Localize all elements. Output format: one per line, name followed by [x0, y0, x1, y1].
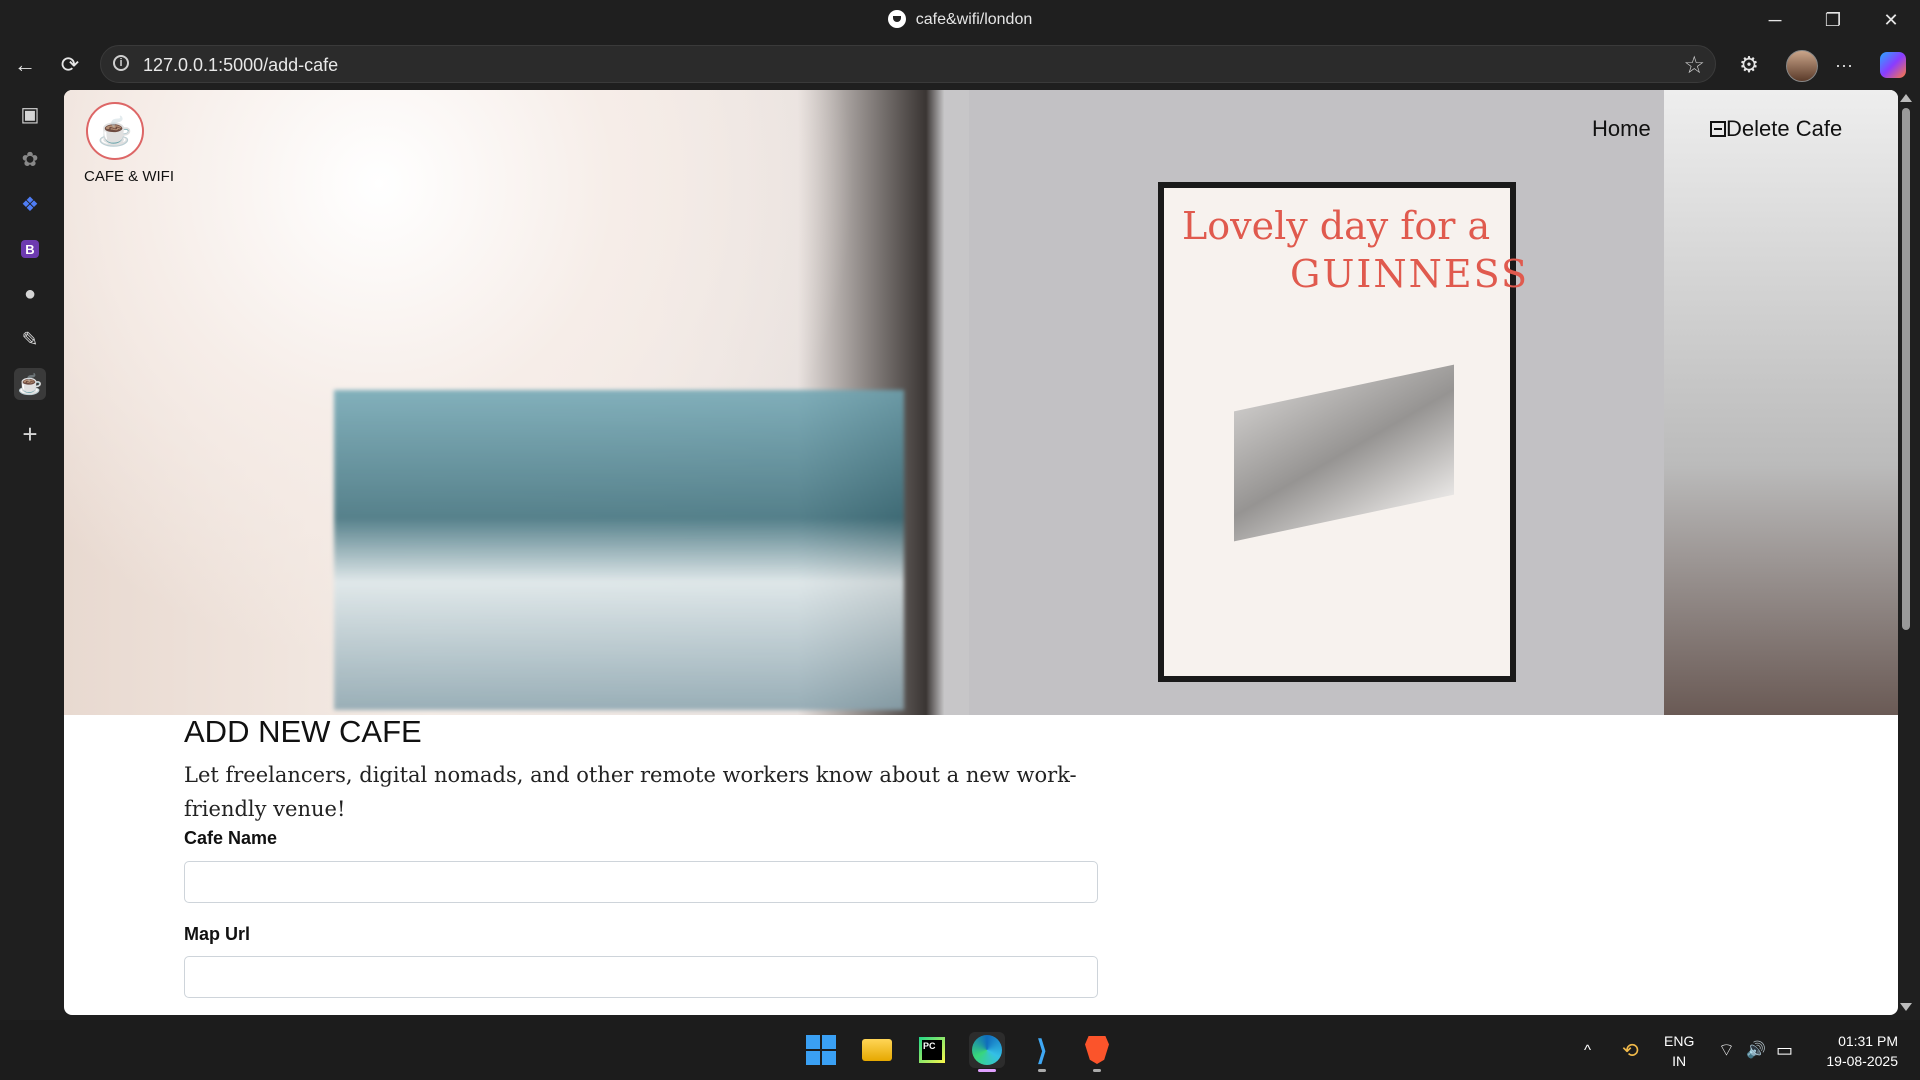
copilot-icon[interactable]: [1880, 52, 1906, 78]
page-lead: Let freelancers, digital nomads, and oth…: [184, 763, 1077, 821]
bootstrap-glyph: B: [21, 240, 39, 258]
site-info-icon[interactable]: i: [113, 55, 129, 71]
reload-icon[interactable]: ⟳: [57, 52, 83, 78]
poster-toucan: [1234, 364, 1454, 542]
scroll-up-icon[interactable]: [1900, 94, 1912, 102]
file-explorer-icon[interactable]: [859, 1032, 895, 1068]
window-title-bar: cafe&wifi/london ─ ❐ ✕: [0, 0, 1920, 40]
delete-square-icon: [1710, 121, 1726, 137]
windows-start-icon[interactable]: [803, 1032, 839, 1068]
scroll-down-icon[interactable]: [1900, 1003, 1912, 1011]
system-clock[interactable]: 01:31 PM 19-08-2025: [1826, 1031, 1898, 1071]
edge-icon[interactable]: [969, 1032, 1005, 1068]
logo-text[interactable]: CAFE & WIFI: [84, 168, 174, 185]
clock-time: 01:31 PM: [1838, 1033, 1898, 1049]
profile-avatar[interactable]: [1786, 50, 1818, 82]
battery-icon[interactable]: ▭: [1776, 1020, 1793, 1080]
clock-date: 19-08-2025: [1826, 1053, 1898, 1069]
window-title: cafe&wifi/london: [0, 10, 1920, 29]
edge-active-indicator: [978, 1069, 996, 1072]
bootstrap-icon[interactable]: B: [14, 233, 46, 265]
tab-actions-icon[interactable]: ▣: [14, 98, 46, 130]
web-page: Lovely day for a GUINNESS ☕ CAFE & WIFI …: [64, 90, 1898, 1015]
flask-icon[interactable]: ✎: [14, 323, 46, 355]
vscode-icon[interactable]: ⟩: [1024, 1032, 1060, 1068]
hero-right-pane: [1664, 90, 1898, 715]
guinness-poster: Lovely day for a GUINNESS: [1158, 182, 1527, 682]
cafe-app-icon[interactable]: ☕: [14, 368, 46, 400]
back-arrow-icon[interactable]: ←: [12, 52, 38, 78]
nav-delete-link[interactable]: Delete Cafe: [1710, 116, 1842, 142]
volume-icon[interactable]: 🔊: [1746, 1020, 1766, 1080]
map-url-input[interactable]: [184, 956, 1098, 998]
cafe-logo-icon[interactable]: ☕: [86, 102, 144, 160]
openai-icon[interactable]: ✿: [14, 143, 46, 175]
wifi-icon[interactable]: ⌔: [1718, 1020, 1735, 1080]
poster-line1: Lovely day for a: [1182, 204, 1491, 248]
hero-shopfront: [334, 390, 904, 710]
page-title: ADD NEW CAFE: [184, 714, 422, 749]
address-bar[interactable]: i 127.0.0.1:5000/add-cafe ☆: [100, 45, 1716, 83]
browser-sidebar: ▣ ✿ ❖ B ● ✎ ☕ +: [0, 90, 60, 1020]
nav-delete-label: Delete Cafe: [1726, 116, 1843, 141]
vscode-running-indicator: [1038, 1069, 1046, 1072]
cafe-name-label: Cafe Name: [184, 828, 278, 848]
language-top: ENG: [1664, 1033, 1695, 1049]
tray-chevron-icon[interactable]: ^: [1584, 1020, 1591, 1080]
hero-image: Lovely day for a GUINNESS ☕ CAFE & WIFI …: [64, 90, 1898, 715]
pycharm-icon[interactable]: PC: [914, 1032, 950, 1068]
sync-icon[interactable]: ⟲: [1622, 1020, 1639, 1080]
language-indicator[interactable]: ENG IN: [1664, 1031, 1694, 1071]
page-scrollbar[interactable]: [1898, 90, 1914, 1015]
address-url[interactable]: 127.0.0.1:5000/add-cafe: [143, 55, 338, 76]
more-menu-icon[interactable]: ···: [1831, 52, 1857, 78]
pycharm-label: PC: [922, 1040, 942, 1060]
close-button[interactable]: ✕: [1862, 0, 1920, 40]
add-icon[interactable]: +: [14, 418, 46, 450]
extensions-icon[interactable]: ⚙: [1736, 52, 1762, 78]
minimize-button[interactable]: ─: [1746, 0, 1804, 40]
language-bottom: IN: [1672, 1053, 1687, 1069]
nav-home-link[interactable]: Home: [1592, 116, 1651, 142]
cafe-favicon-icon: [887, 10, 906, 28]
poster-line2: GUINNESS: [1290, 252, 1530, 296]
restore-button[interactable]: ❐: [1804, 0, 1862, 40]
map-url-label: Map Url: [184, 924, 251, 944]
vscode-glyph: ⟩: [1036, 1034, 1048, 1066]
scroll-thumb[interactable]: [1902, 108, 1910, 630]
dropbox-icon[interactable]: ❖: [14, 188, 46, 220]
brave-running-indicator: [1093, 1069, 1101, 1072]
window-title-text: cafe&wifi/london: [915, 11, 1033, 28]
browser-toolbar: ← ⟳ i 127.0.0.1:5000/add-cafe ☆ ⚙ ···: [0, 40, 1920, 90]
cafe-name-input[interactable]: [184, 861, 1098, 903]
taskbar: PC ⟩ ^ ⟲ ENG IN ⌔ 🔊 ▭ 01:31 PM 19-08-202…: [0, 1020, 1920, 1080]
brave-icon[interactable]: [1079, 1032, 1115, 1068]
bookmark-star-icon[interactable]: ☆: [1683, 51, 1705, 80]
github-icon[interactable]: ●: [14, 278, 46, 310]
